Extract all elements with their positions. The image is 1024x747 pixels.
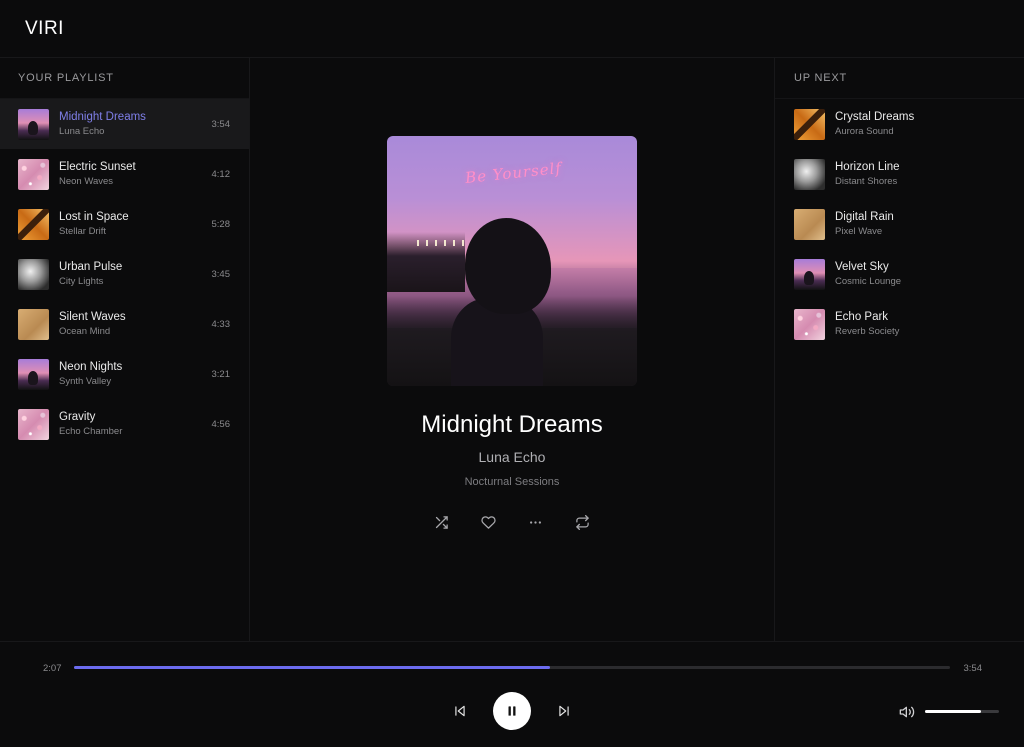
album-thumbnail [794,158,825,190]
track-duration: 4:56 [211,418,231,430]
playlist-item[interactable]: Silent Waves Ocean Mind 4:33 [0,299,249,349]
track-title: Digital Rain [835,211,894,223]
track-artist: Pixel Wave [835,226,883,237]
album-thumbnail [18,308,49,340]
cover-text: Be Yourself [464,158,563,188]
progress-bar[interactable] [74,666,950,669]
track-actions [250,514,774,530]
now-playing-artist[interactable]: Luna Echo [250,449,774,465]
album-thumbnail [794,108,825,140]
track-duration: 4:12 [211,168,231,180]
up-next-item[interactable]: Digital Rain Pixel Wave [775,199,1024,249]
album-thumbnail [18,108,49,140]
volume-button[interactable] [899,704,915,720]
previous-icon [455,705,465,717]
volume-slider[interactable] [925,710,999,713]
album-thumbnail [18,158,49,190]
track-artist: Echo Chamber [59,426,123,437]
silhouette-head [465,218,551,314]
progress-fill [74,666,550,669]
track-artist: Aurora Sound [835,126,894,137]
like-button[interactable] [481,514,497,530]
playlist-item[interactable]: Neon Nights Synth Valley 3:21 [0,349,249,399]
pause-button[interactable] [493,692,531,730]
playlist-item[interactable]: Urban Pulse City Lights 3:45 [0,249,249,299]
album-thumbnail [794,258,825,290]
track-duration: 3:45 [211,268,231,280]
track-artist: Luna Echo [59,126,105,137]
track-duration: 3:21 [211,368,231,380]
track-title: Echo Park [835,311,889,323]
track-artist: City Lights [59,276,104,287]
previous-button[interactable] [452,703,468,719]
up-next-item[interactable]: Crystal Dreams Aurora Sound [775,99,1024,149]
album-thumbnail [794,208,825,240]
track-title: Gravity [59,411,96,423]
cover-silhouette [451,218,557,386]
playlist-item[interactable]: Gravity Echo Chamber 4:56 [0,399,249,449]
track-artist: Reverb Society [835,326,900,337]
shuffle-icon [435,515,448,529]
total-time: 3:54 [963,663,983,674]
up-next-sidebar: UP NEXT Crystal Dreams Aurora Sound Hori… [774,58,1024,641]
track-title: Crystal Dreams [835,111,915,123]
shuffle-button[interactable] [434,514,450,530]
now-playing-title: Midnight Dreams [421,411,603,438]
up-next-item[interactable]: Velvet Sky Cosmic Lounge [775,249,1024,299]
track-artist: Cosmic Lounge [835,276,902,287]
up-next-list: Crystal Dreams Aurora Sound Horizon Line… [775,99,1024,349]
album-thumbnail [18,408,49,440]
track-title: Urban Pulse [59,261,123,273]
track-artist: Ocean Mind [59,326,111,337]
volume-fill [925,710,982,713]
more-options-button[interactable] [528,514,544,530]
track-duration: 3:54 [211,118,231,130]
playlist-sidebar: YOUR PLAYLIST Midnight Dreams Luna Echo … [0,58,250,641]
music-player-app: VIRI YOUR PLAYLIST Midnight Dreams Luna … [0,0,1024,747]
playlist-item[interactable]: Midnight Dreams Luna Echo 3:54 [0,99,249,149]
playlist-item[interactable]: Electric Sunset Neon Waves 4:12 [0,149,249,199]
repeat-icon [576,514,589,530]
track-artist: Distant Shores [835,176,898,187]
volume-icon [899,706,915,718]
track-title: Neon Nights [59,361,123,373]
track-title: Silent Waves [59,311,126,323]
album-thumbnail [18,358,49,390]
album-thumbnail [18,208,49,240]
track-artist: Stellar Drift [59,226,106,237]
track-title: Midnight Dreams [59,111,146,123]
album-thumbnail [18,258,49,290]
repeat-button[interactable] [575,514,591,530]
playlist-list: Midnight Dreams Luna Echo 3:54 Electric … [0,99,249,449]
track-title: Horizon Line [835,161,900,173]
now-playing-album[interactable]: Nocturnal Sessions [250,476,774,488]
heart-icon [481,515,496,529]
track-title: Electric Sunset [59,161,136,173]
pause-icon [508,706,516,716]
track-artist: Synth Valley [59,376,112,387]
track-title: Velvet Sky [835,261,889,273]
playlist-item[interactable]: Lost in Space Stellar Drift 5:28 [0,199,249,249]
up-next-item[interactable]: Echo Park Reverb Society [775,299,1024,349]
track-duration: 4:33 [211,318,231,330]
album-cover: Be Yourself [387,136,637,386]
album-thumbnail [794,308,825,340]
up-next-heading: UP NEXT [775,58,1024,99]
track-title: Lost in Space [59,211,129,223]
app-logo[interactable]: VIRI [25,18,64,40]
next-button[interactable] [556,703,572,719]
playlist-heading: YOUR PLAYLIST [0,58,249,99]
up-next-item[interactable]: Horizon Line Distant Shores [775,149,1024,199]
elapsed-time: 2:07 [43,663,62,674]
track-duration: 5:28 [211,218,231,230]
more-icon [530,520,541,524]
track-artist: Neon Waves [59,176,114,187]
top-header: VIRI [0,0,1024,58]
next-icon [559,705,569,717]
now-playing-panel: Be Yourself Midnight Dreams Luna Echo No… [250,58,774,641]
player-bar: 2:07 3:54 [0,641,1024,747]
